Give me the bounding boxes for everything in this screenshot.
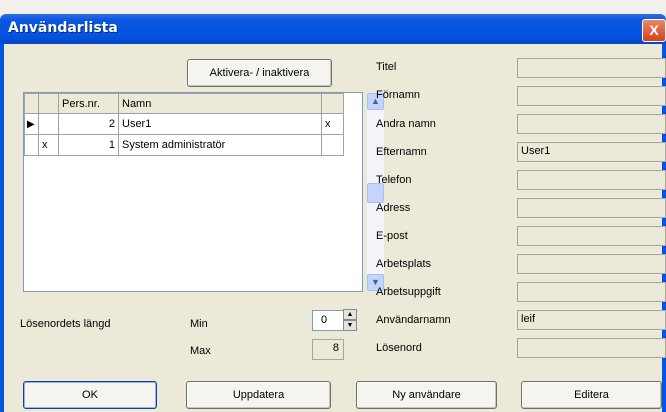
label-adress: Adress bbox=[376, 202, 411, 214]
row-mark[interactable] bbox=[38, 113, 59, 135]
window-frame-left bbox=[0, 44, 4, 412]
ok-button[interactable]: OK bbox=[23, 381, 157, 409]
label-andra-namn: Andra namn bbox=[376, 118, 436, 130]
table-row[interactable]: ▶ 2 User1 x bbox=[24, 113, 344, 135]
table-row[interactable]: x 1 System administratör bbox=[24, 134, 344, 156]
row-persnr[interactable]: 1 bbox=[58, 134, 119, 156]
spin-down-icon[interactable]: ▼ bbox=[343, 320, 357, 331]
row-mark[interactable]: x bbox=[38, 134, 59, 156]
row-flag[interactable]: x bbox=[321, 113, 344, 135]
spin-up-icon[interactable]: ▲ bbox=[343, 309, 357, 320]
anvandarnamn-field[interactable]: leif bbox=[517, 310, 666, 330]
label-efternamn: Efternamn bbox=[376, 146, 427, 158]
user-grid[interactable]: Pers.nr. Namn ▶ 2 User1 x x 1 System adm… bbox=[23, 92, 384, 292]
andra-namn-field[interactable] bbox=[517, 114, 666, 134]
label-arbetsplats: Arbetsplats bbox=[376, 258, 432, 270]
label-losenord: Lösenord bbox=[376, 342, 422, 354]
max-length-field: 8 bbox=[312, 339, 344, 360]
label-titel: Titel bbox=[376, 61, 397, 73]
min-length-spinner[interactable]: ▲ ▼ bbox=[343, 309, 357, 332]
grid-header-flag bbox=[321, 93, 344, 114]
max-length-value: 8 bbox=[332, 342, 339, 354]
label-telefon: Telefon bbox=[376, 174, 412, 186]
row-persnr[interactable]: 2 bbox=[58, 113, 119, 135]
close-button[interactable]: X bbox=[642, 19, 666, 42]
label-anvandarnamn: Användarnamn bbox=[376, 314, 451, 326]
min-length-value: 0 bbox=[321, 314, 328, 326]
edit-button[interactable]: Editera bbox=[521, 381, 662, 409]
close-icon: X bbox=[649, 22, 659, 38]
background-strip bbox=[0, 0, 666, 14]
row-indicator-icon: ▶ bbox=[24, 113, 39, 135]
telefon-field[interactable] bbox=[517, 170, 666, 190]
grid-header-persnr[interactable]: Pers.nr. bbox=[58, 93, 119, 114]
arbetsplats-field[interactable] bbox=[517, 254, 666, 274]
scroll-thumb[interactable] bbox=[367, 183, 384, 203]
row-flag[interactable] bbox=[321, 134, 344, 156]
window-title: Användarlista bbox=[8, 20, 118, 36]
grid-header-row: Pers.nr. Namn bbox=[24, 93, 344, 114]
losenord-field[interactable] bbox=[517, 338, 666, 358]
fornamn-field[interactable] bbox=[517, 86, 666, 106]
titel-field[interactable] bbox=[517, 58, 666, 78]
update-button[interactable]: Uppdatera bbox=[186, 381, 331, 409]
label-arbetsuppgift: Arbetsuppgift bbox=[376, 286, 441, 298]
efternamn-field[interactable]: User1 bbox=[517, 142, 666, 162]
arbetsuppgift-field[interactable] bbox=[517, 282, 666, 302]
password-length-label: Lösenordets längd bbox=[20, 318, 111, 330]
max-label: Max bbox=[190, 345, 211, 357]
new-user-button[interactable]: Ny användare bbox=[356, 381, 497, 409]
epost-field[interactable] bbox=[517, 226, 666, 246]
row-indicator-icon bbox=[24, 134, 39, 156]
min-label: Min bbox=[190, 318, 208, 330]
grid-header-mark bbox=[38, 93, 59, 114]
row-name[interactable]: System administratör bbox=[118, 134, 322, 156]
label-fornamn: Förnamn bbox=[376, 89, 421, 101]
row-name[interactable]: User1 bbox=[118, 113, 322, 135]
grid-header-name[interactable]: Namn bbox=[118, 93, 322, 114]
label-epost: E-post bbox=[376, 230, 408, 242]
grid-header-indicator bbox=[24, 93, 39, 114]
activate-deactivate-button[interactable]: Aktivera- / inaktivera bbox=[187, 59, 332, 87]
adress-field[interactable] bbox=[517, 198, 666, 218]
title-bar[interactable]: Användarlista X bbox=[0, 14, 666, 44]
